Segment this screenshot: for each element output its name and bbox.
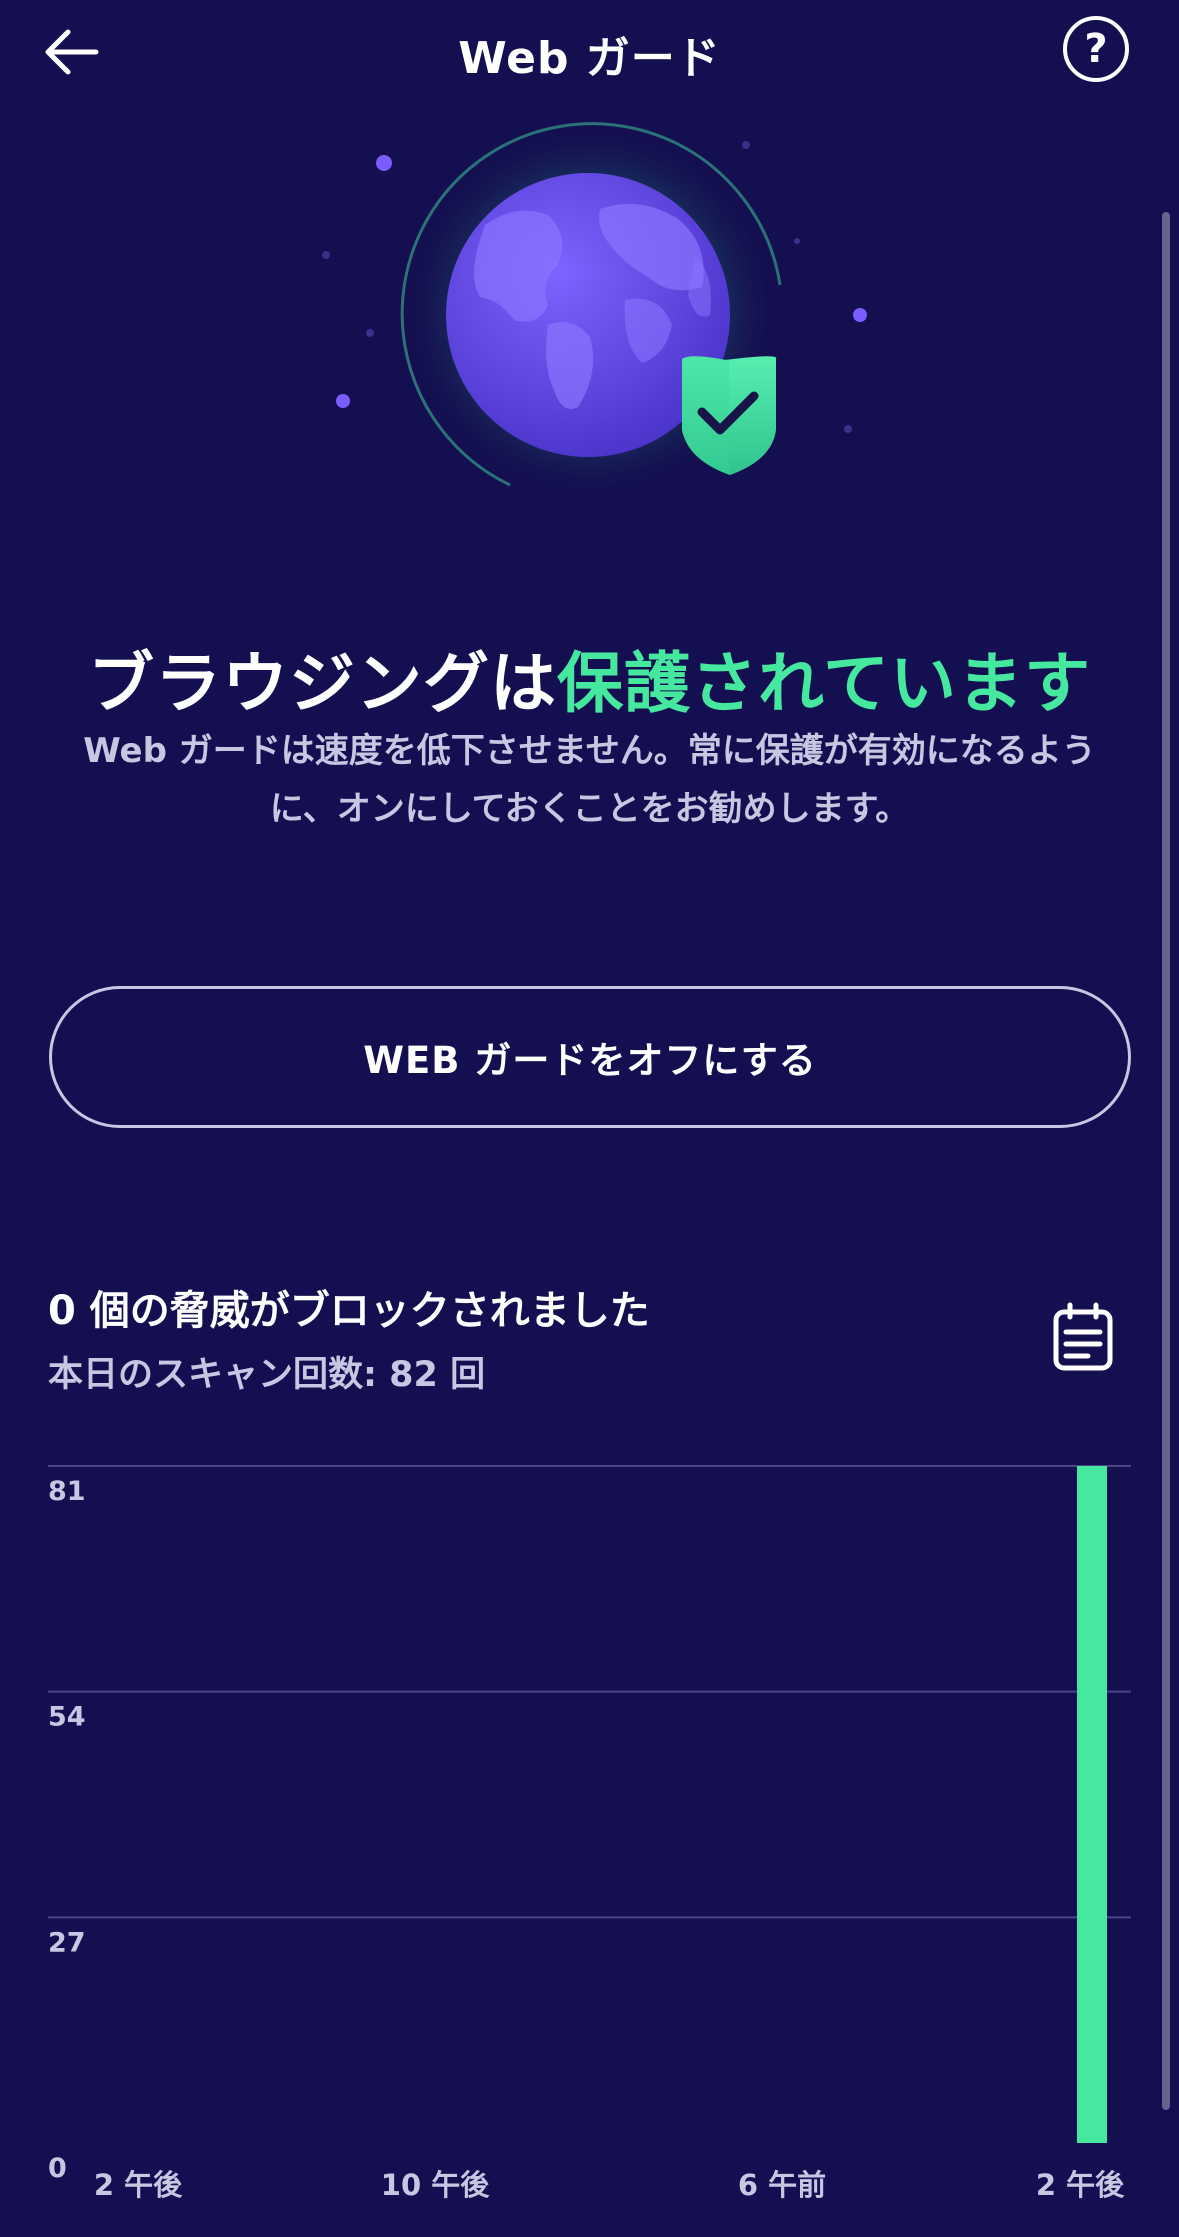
scan-count-text: 本日のスキャン回数: 82 回 [48, 1355, 486, 1395]
question-circle-icon: ? [1084, 26, 1108, 72]
protection-status-title: ブラウジングは保護されています [0, 630, 1179, 726]
y-tick-label: 54 [48, 1702, 86, 1733]
header-bar: Web ガード ? [0, 0, 1179, 120]
status-description: Web ガードは速度を低下させません。常に保護が有効になるように、オンにしておく… [83, 731, 1096, 829]
calendar-button[interactable] [1052, 1302, 1114, 1372]
calendar-icon [1053, 1302, 1113, 1371]
y-tick-label: 27 [48, 1927, 86, 1958]
globe-with-shield-icon [322, 121, 867, 501]
chart-bar [1077, 1466, 1107, 2143]
help-button[interactable]: ? [1063, 16, 1129, 82]
y-tick-label: 81 [48, 1476, 86, 1507]
turn-off-web-guard-button[interactable]: WEB ガードをオフにする [49, 986, 1131, 1128]
y-tick-label: 0 [48, 2153, 67, 2184]
scan-history-chart: 81 54 27 0 2 午後 10 午後 6 午前 2 午後 [48, 1465, 1131, 2202]
threats-blocked-title: 0 個の脅威がブロックされました [48, 1288, 650, 1334]
status-title-accent: 保護されています [556, 645, 1092, 722]
x-tick-label: 2 午後 [94, 2168, 183, 2202]
x-tick-label: 10 午後 [381, 2168, 490, 2202]
status-title-prefix: ブラウジングは [87, 645, 557, 722]
x-tick-label: 6 午前 [738, 2168, 826, 2202]
page-title: Web ガード [458, 33, 721, 84]
x-tick-label: 2 午後 [1036, 2168, 1125, 2202]
